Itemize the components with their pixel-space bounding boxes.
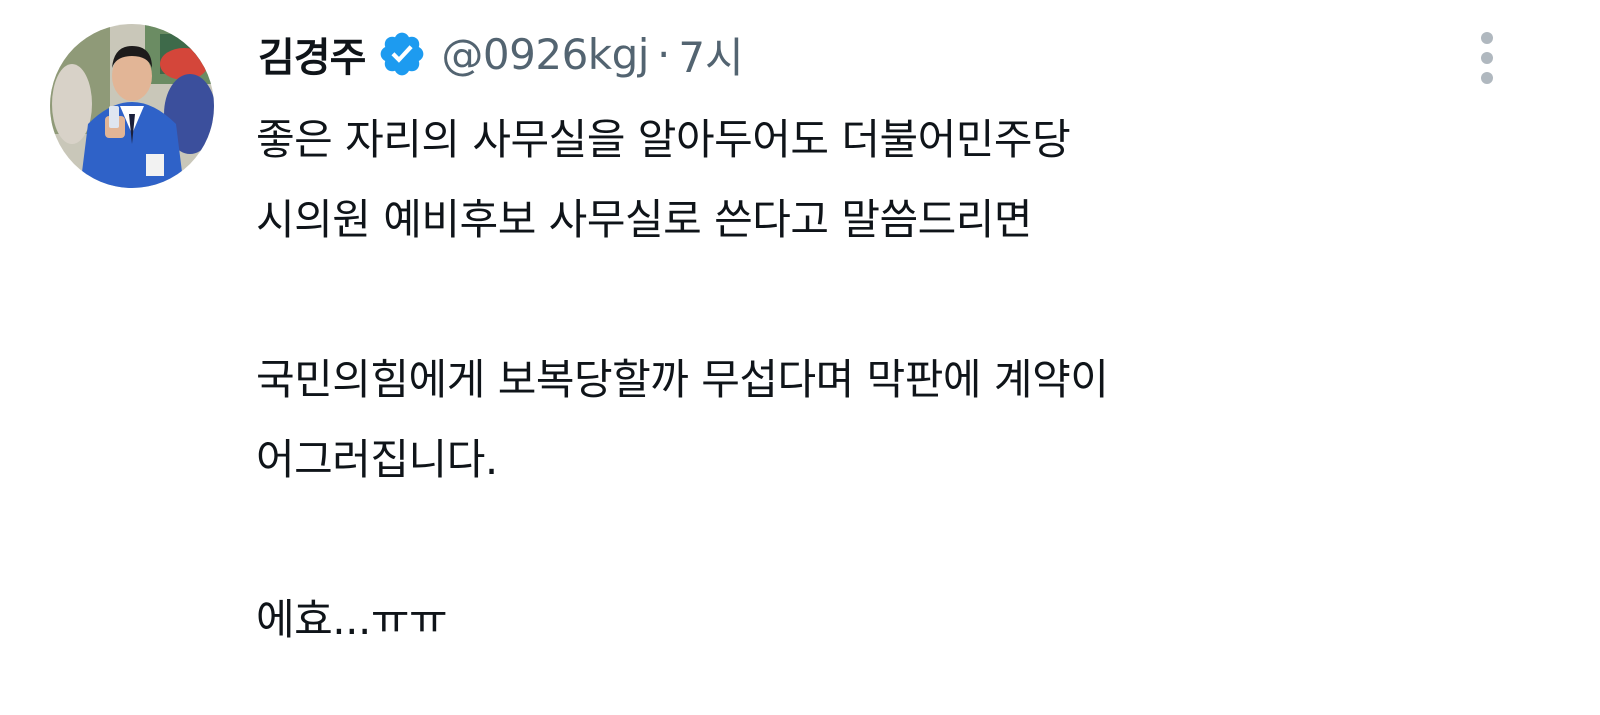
display-name[interactable]: 김경주 [258,25,366,83]
user-handle[interactable]: @0926kgj [441,30,649,79]
avatar[interactable] [50,24,214,188]
verified-badge-icon [377,29,427,79]
separator-dot: · [656,29,671,79]
tweet-header: 김경주 @0926kgj · 7시 [258,18,744,90]
menu-dot [1481,72,1493,84]
menu-dot [1481,52,1493,64]
menu-dot [1481,32,1493,44]
tweet-text: 좋은 자리의 사무실을 알아두어도 더불어민주당 시의원 예비후보 사무실로 쓴… [256,100,1456,660]
more-vertical-icon[interactable] [1474,28,1500,88]
tweet-line: 국민의힘에게 보복당할까 무섭다며 막판에 계약이 [256,355,1109,404]
tweet-line: 시의원 예비후보 사무실로 쓴다고 말씀드리면 [256,195,1033,244]
tweet[interactable]: 김경주 @0926kgj · 7시 좋은 자리의 사무실을 알아두어도 더불어민… [0,0,1600,715]
tweet-line: 좋은 자리의 사무실을 알아두어도 더불어민주당 [256,115,1071,164]
timestamp[interactable]: 7시 [678,24,743,85]
profile-photo [50,24,214,188]
tweet-line: 어그러집니다. [256,435,498,484]
tweet-line: 에효...ㅠㅠ [256,595,448,644]
